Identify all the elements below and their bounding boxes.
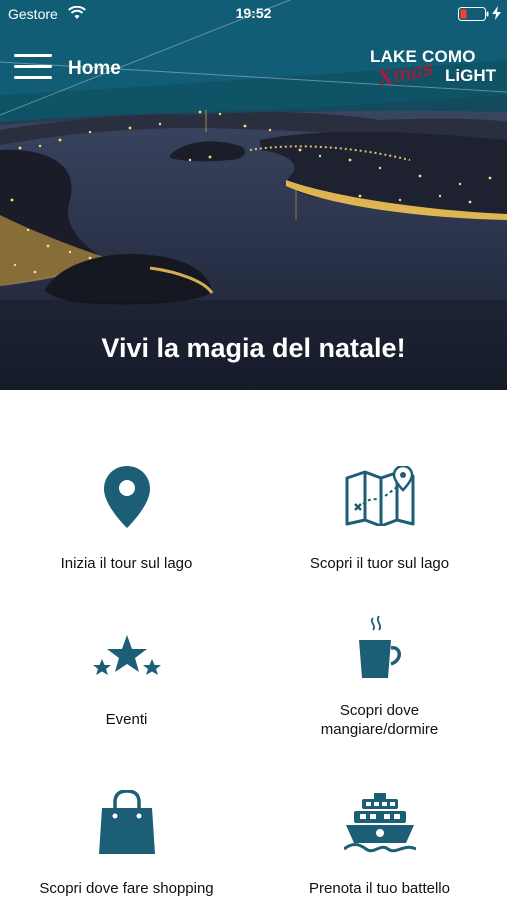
tile-discover-tour[interactable]: Scopri il tuor sul lago [253, 390, 506, 572]
map-icon [253, 466, 506, 526]
hero-banner: Gestore 19:52 Home LAKE COMO Xmas LiGHT … [0, 0, 507, 390]
hero-title: Vivi la magia del natale! [101, 333, 406, 363]
stars-icon [0, 635, 253, 677]
coffee-cup-icon [253, 616, 506, 680]
clock: 19:52 [235, 5, 272, 21]
hamburger-menu-icon[interactable] [14, 54, 54, 84]
page-title: Home [68, 58, 121, 79]
boat-icon [253, 793, 506, 855]
tile-book-boat[interactable]: Prenota il tuo battello [253, 730, 506, 900]
tile-label: Prenota il tuo battello [309, 880, 450, 897]
menu-grid: Inizia il tour sul lago Scopri il tuor s… [0, 390, 507, 900]
location-pin-icon [0, 466, 253, 528]
tile-start-tour[interactable]: Inizia il tour sul lago [0, 390, 253, 572]
tile-events[interactable]: Eventi [0, 560, 253, 730]
battery-low-icon [458, 7, 490, 26]
logo-line2: LiGHT [445, 66, 496, 85]
bolt-icon [492, 6, 502, 25]
tile-label: Eventi [105, 711, 148, 728]
tile-label: Scopri dove fare shopping [39, 880, 214, 897]
tile-shopping[interactable]: Scopri dove fare shopping [0, 730, 253, 900]
shopping-bag-icon [0, 790, 253, 856]
tile-eat-sleep[interactable]: Scopri dove mangiare/dormire [253, 560, 506, 738]
lake-como-xmas-light-logo: LAKE COMO Xmas LiGHT [370, 47, 496, 90]
status-bar: Gestore 19:52 [0, 0, 507, 28]
